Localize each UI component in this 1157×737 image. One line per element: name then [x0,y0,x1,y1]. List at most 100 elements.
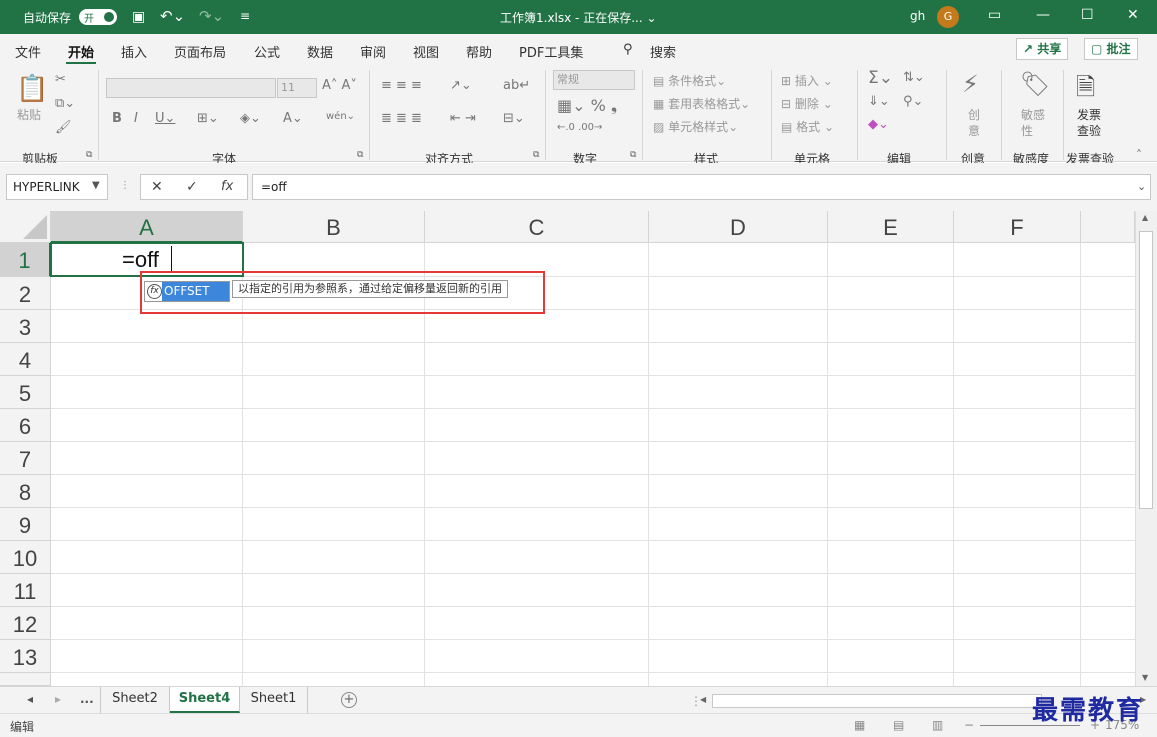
clipboard-launcher-icon[interactable]: ⧉ [86,150,92,160]
sort-filter-icon[interactable]: ⇅⌄ [903,70,925,85]
top-align-icon[interactable]: ≡ ≡ ≡ [381,78,422,93]
indent-icon[interactable]: ⇤ ⇥ [450,111,476,126]
font-name-combo[interactable] [106,78,276,98]
format-as-table-button[interactable]: ▦ 套用表格格式⌄ [653,95,750,112]
name-box-dropdown-icon[interactable]: ▼ [92,180,100,191]
invoice-label-2[interactable]: 查验 [1077,122,1101,139]
column-header-d[interactable]: D [649,211,828,243]
sensitivity-label-1[interactable]: 敏感 [1021,106,1045,123]
sheet-tab-sheet2[interactable]: Sheet2 [100,687,170,713]
left-align-icon[interactable]: ≣ ≣ ≣ [381,111,422,126]
cell-a1-value[interactable]: =off [122,247,159,273]
wrap-text-icon[interactable]: ab↵ [503,78,530,93]
invoice-label-1[interactable]: 发票 [1077,106,1101,123]
delete-cells-button[interactable]: ⊟ 删除 ⌄ [781,95,833,112]
save-icon[interactable]: ▣ [132,9,145,25]
paste-icon[interactable]: 📋 [16,74,48,104]
customize-quick-access-icon[interactable]: ≡ [240,9,250,23]
comments-button[interactable]: ▢ 批注 [1084,38,1138,60]
italic-icon[interactable]: I [134,111,138,126]
add-sheet-icon[interactable]: + [341,692,357,708]
row-header-4[interactable]: 4 [0,343,51,376]
sensitivity-icon[interactable]: 🏷 [1020,70,1050,98]
avatar[interactable]: G [937,6,959,28]
bold-icon[interactable]: B [112,111,122,126]
document-title[interactable]: 工作簿1.xlsx - 正在保存... ⌄ [500,9,657,26]
select-all-corner[interactable] [0,211,51,243]
column-header-e[interactable]: E [828,211,954,243]
increase-font-icon[interactable]: A˄ A˅ [322,78,357,93]
find-select-icon[interactable]: ⚲⌄ [903,94,923,109]
menu-file[interactable]: 文件 [15,42,41,61]
maximize-icon[interactable]: ☐ [1081,7,1094,23]
menu-review[interactable]: 审阅 [360,42,386,61]
column-header-a[interactable]: A [51,211,243,243]
vertical-scroll-thumb[interactable] [1139,231,1153,509]
search-label[interactable]: 搜索 [650,42,676,61]
fill-icon[interactable]: ⇓⌄ [868,94,890,109]
insert-function-icon[interactable]: fx [221,179,233,194]
page-break-view-icon[interactable]: ▥ [932,718,943,732]
row-header-7[interactable]: 7 [0,442,51,475]
row-header-12[interactable]: 12 [0,607,51,640]
enter-icon[interactable]: ✓ [186,179,198,195]
fill-color-icon[interactable]: ◈⌄ [240,111,261,126]
conditional-format-button[interactable]: ▤ 条件格式⌄ [653,72,726,89]
formula-input[interactable]: =off [252,174,1151,200]
normal-view-icon[interactable]: ▦ [854,718,865,732]
share-button[interactable]: ↗ 共享 [1016,38,1069,60]
menu-page-layout[interactable]: 页面布局 [174,42,226,61]
font-color-icon[interactable]: A⌄ [283,111,303,126]
redo-icon[interactable]: ↷⌄ [199,7,224,25]
column-header-next[interactable] [1081,211,1135,243]
row-header-11[interactable]: 11 [0,574,51,607]
menu-help[interactable]: 帮助 [466,42,492,61]
borders-icon[interactable]: ⊞⌄ [197,111,219,126]
scroll-left-icon[interactable]: ◀ [700,695,706,704]
autosave-toggle[interactable]: 开 [79,9,117,25]
number-format-combo[interactable]: 常规 [553,70,635,90]
copy-icon[interactable]: ⧉⌄ [55,96,75,111]
cut-icon[interactable]: ✂ [55,72,66,87]
creative-label-1[interactable]: 创 [968,106,980,123]
row-header-10[interactable]: 10 [0,541,51,574]
scroll-up-icon[interactable]: ▲ [1142,213,1148,222]
autosum-icon[interactable]: Σ⌄ [868,68,893,88]
row-header-8[interactable]: 8 [0,475,51,508]
menu-insert[interactable]: 插入 [121,42,147,61]
user-name[interactable]: gh [910,9,925,23]
row-header-partial[interactable] [0,673,51,686]
menu-data[interactable]: 数据 [307,42,333,61]
page-layout-view-icon[interactable]: ▤ [893,718,904,732]
sheet-tab-sheet1[interactable]: Sheet1 [240,687,308,713]
menu-pdf-tools[interactable]: PDF工具集 [519,42,583,61]
expand-formula-icon[interactable]: ⌄ [1137,180,1146,193]
menu-formulas[interactable]: 公式 [254,42,280,61]
format-cells-button[interactable]: ▤ 格式 ⌄ [781,118,834,135]
insert-cells-button[interactable]: ⊞ 插入 ⌄ [781,72,833,89]
number-launcher-icon[interactable]: ⧉ [630,150,636,160]
alignment-launcher-icon[interactable]: ⧉ [533,150,539,160]
column-header-c[interactable]: C [425,211,649,243]
row-header-13[interactable]: 13 [0,640,51,673]
decimal-icon[interactable]: ←.0 .00→ [557,122,602,133]
row-header-6[interactable]: 6 [0,409,51,442]
ribbon-display-icon[interactable]: ▭ [988,7,1001,23]
undo-icon[interactable]: ↶⌄ [160,7,185,25]
orientation-icon[interactable]: ↗⌄ [450,78,472,93]
collapse-ribbon-icon[interactable]: ˄ [1136,148,1142,162]
scroll-down-icon[interactable]: ▼ [1142,673,1148,682]
next-sheet-icon[interactable]: ▸ [55,692,61,706]
close-icon[interactable]: ✕ [1127,7,1139,23]
menu-view[interactable]: 视图 [413,42,439,61]
sheet-tab-sheet4[interactable]: Sheet4 [170,687,240,713]
clear-icon[interactable]: ◆⌄ [868,117,889,132]
font-size-combo[interactable]: 11 [277,78,317,98]
format-painter-icon[interactable]: 🖌 [55,120,72,135]
currency-icon[interactable]: ▦⌄ % ❟ [557,96,617,116]
more-sheets-button[interactable]: ... [80,692,94,706]
row-header-1[interactable]: 1 [0,243,51,277]
sensitivity-label-2[interactable]: 性 [1021,122,1033,139]
worksheet-grid[interactable]: A B C D E F 1 2 3 4 5 6 7 8 9 10 11 12 1… [0,211,1157,686]
column-header-b[interactable]: B [243,211,425,243]
